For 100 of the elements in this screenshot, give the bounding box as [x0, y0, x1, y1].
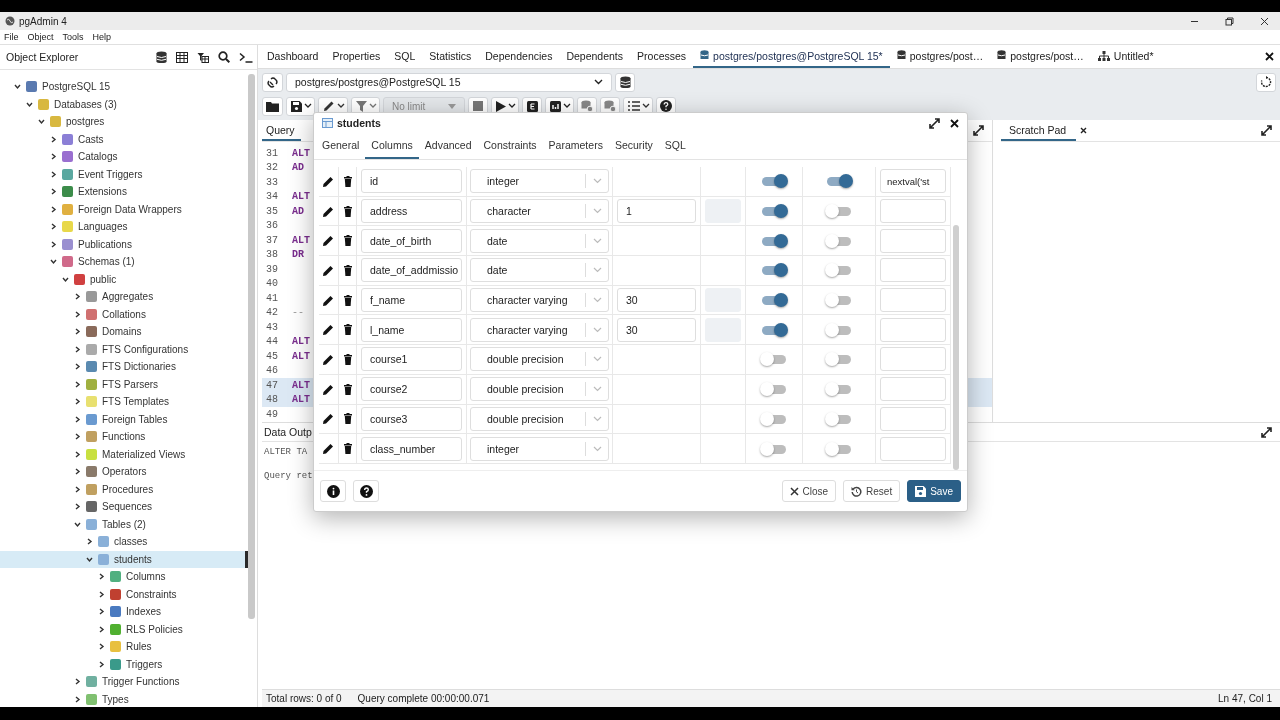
tree-item[interactable]: Tables (2)	[0, 515, 248, 533]
menu-item[interactable]: Object	[27, 32, 54, 42]
menu-item[interactable]: File	[4, 32, 19, 42]
name-field[interactable]: class_number	[361, 436, 462, 461]
chevron-icon[interactable]	[38, 118, 45, 126]
chevron-icon[interactable]	[62, 275, 69, 283]
toggle-switch[interactable]	[825, 173, 853, 190]
chevron-icon[interactable]	[74, 328, 81, 336]
tree-item[interactable]: Operators	[0, 463, 248, 481]
toggle-switch[interactable]	[825, 351, 853, 368]
chevron-icon[interactable]	[86, 555, 93, 563]
delete-icon[interactable]	[343, 443, 352, 455]
type-select[interactable]: character	[470, 199, 609, 224]
delete-icon[interactable]	[343, 324, 352, 336]
chevron-icon[interactable]	[74, 433, 81, 441]
name-field[interactable]: address	[361, 199, 462, 224]
name-field[interactable]: course3	[361, 406, 462, 431]
tree-item[interactable]: FTS Parsers	[0, 375, 248, 393]
tree-item[interactable]: Constraints	[0, 585, 248, 603]
default-field[interactable]	[880, 317, 946, 342]
tree-item[interactable]: FTS Configurations	[0, 340, 248, 358]
tree-item[interactable]: classes	[0, 533, 248, 551]
delete-icon[interactable]	[343, 205, 352, 217]
chevron-icon[interactable]	[74, 695, 81, 703]
toggle-switch[interactable]	[760, 440, 788, 457]
delete-icon[interactable]	[343, 264, 352, 276]
tree-item[interactable]: Databases (3)	[0, 95, 248, 113]
chevron-icon[interactable]	[74, 310, 81, 318]
chevron-icon[interactable]	[50, 170, 57, 178]
chevron-icon[interactable]	[74, 678, 81, 686]
menu-item[interactable]: Tools	[62, 32, 84, 42]
chevron-icon[interactable]	[50, 223, 57, 231]
database-button[interactable]	[615, 72, 635, 92]
delete-icon[interactable]	[343, 235, 352, 247]
chevron-icon[interactable]	[74, 450, 81, 458]
default-field[interactable]	[880, 258, 946, 283]
default-field[interactable]	[880, 228, 946, 253]
toggle-switch[interactable]	[760, 203, 788, 220]
tree-item[interactable]: Foreign Data Wrappers	[0, 200, 248, 218]
close-icon[interactable]	[950, 118, 959, 128]
tree-item[interactable]: Trigger Functions	[0, 673, 248, 691]
tree-item[interactable]: Materialized Views	[0, 445, 248, 463]
name-field[interactable]: date_of_addmissio	[361, 258, 462, 283]
close-icon[interactable]	[1265, 52, 1274, 61]
tree-item[interactable]: Aggregates	[0, 288, 248, 306]
expand-icon[interactable]	[1261, 125, 1272, 136]
name-field[interactable]: date_of_birth	[361, 228, 462, 253]
type-select[interactable]: date	[470, 228, 609, 253]
tree-item[interactable]: Foreign Tables	[0, 410, 248, 428]
chevron-icon[interactable]	[98, 608, 105, 616]
tab[interactable]: postgres/post…	[990, 45, 1091, 68]
chevron-icon[interactable]	[50, 205, 57, 213]
tab[interactable]: Parameters	[542, 133, 609, 159]
expand-icon[interactable]	[973, 125, 984, 136]
toggle-switch[interactable]	[825, 381, 853, 398]
chevron-icon[interactable]	[74, 293, 81, 301]
delete-icon[interactable]	[343, 383, 352, 395]
tree-item[interactable]: Languages	[0, 218, 248, 236]
delete-icon[interactable]	[343, 175, 352, 187]
search-icon[interactable]	[218, 51, 230, 63]
tab[interactable]: SQL	[387, 45, 423, 68]
table-icon[interactable]	[176, 51, 188, 63]
toggle-switch[interactable]	[760, 410, 788, 427]
tree-item[interactable]: Extensions	[0, 183, 248, 201]
type-select[interactable]: double precision	[470, 377, 609, 402]
tree-item[interactable]: Catalogs	[0, 148, 248, 166]
type-select[interactable]: double precision	[470, 406, 609, 431]
edit-icon[interactable]	[323, 443, 334, 455]
toggle-switch[interactable]	[760, 381, 788, 398]
close-icon[interactable]	[1260, 16, 1269, 26]
tree-item[interactable]: Columns	[0, 568, 248, 586]
toggle-switch[interactable]	[760, 292, 788, 309]
name-field[interactable]: course1	[361, 347, 462, 372]
close-icon[interactable]	[1080, 127, 1088, 134]
type-select[interactable]: character varying	[470, 288, 609, 313]
chevron-icon[interactable]	[74, 398, 81, 406]
tree-item[interactable]: Rules	[0, 638, 248, 656]
default-field[interactable]	[880, 199, 946, 224]
chevron-icon[interactable]	[74, 468, 81, 476]
tab[interactable]: Columns	[365, 133, 419, 159]
edit-icon[interactable]	[323, 205, 334, 217]
default-field[interactable]: nextval('st	[880, 169, 946, 194]
chevron-icon[interactable]	[74, 380, 81, 388]
type-select[interactable]: double precision	[470, 347, 609, 372]
tab[interactable]: Processes	[630, 45, 694, 68]
chevron-icon[interactable]	[50, 188, 57, 196]
tab[interactable]: General	[316, 133, 366, 159]
tab[interactable]: Advanced	[418, 133, 478, 159]
type-select[interactable]: date	[470, 258, 609, 283]
edit-icon[interactable]	[323, 175, 334, 187]
tree-item[interactable]: postgres	[0, 113, 248, 131]
chevron-icon[interactable]	[74, 520, 81, 528]
edit-icon[interactable]	[323, 324, 334, 336]
toggle-switch[interactable]	[825, 440, 853, 457]
chevron-icon[interactable]	[98, 660, 105, 668]
name-field[interactable]: l_name	[361, 317, 462, 342]
edit-icon[interactable]	[323, 353, 334, 365]
chevron-icon[interactable]	[98, 590, 105, 598]
chevron-icon[interactable]	[74, 363, 81, 371]
tab[interactable]: Dependents	[559, 45, 631, 68]
